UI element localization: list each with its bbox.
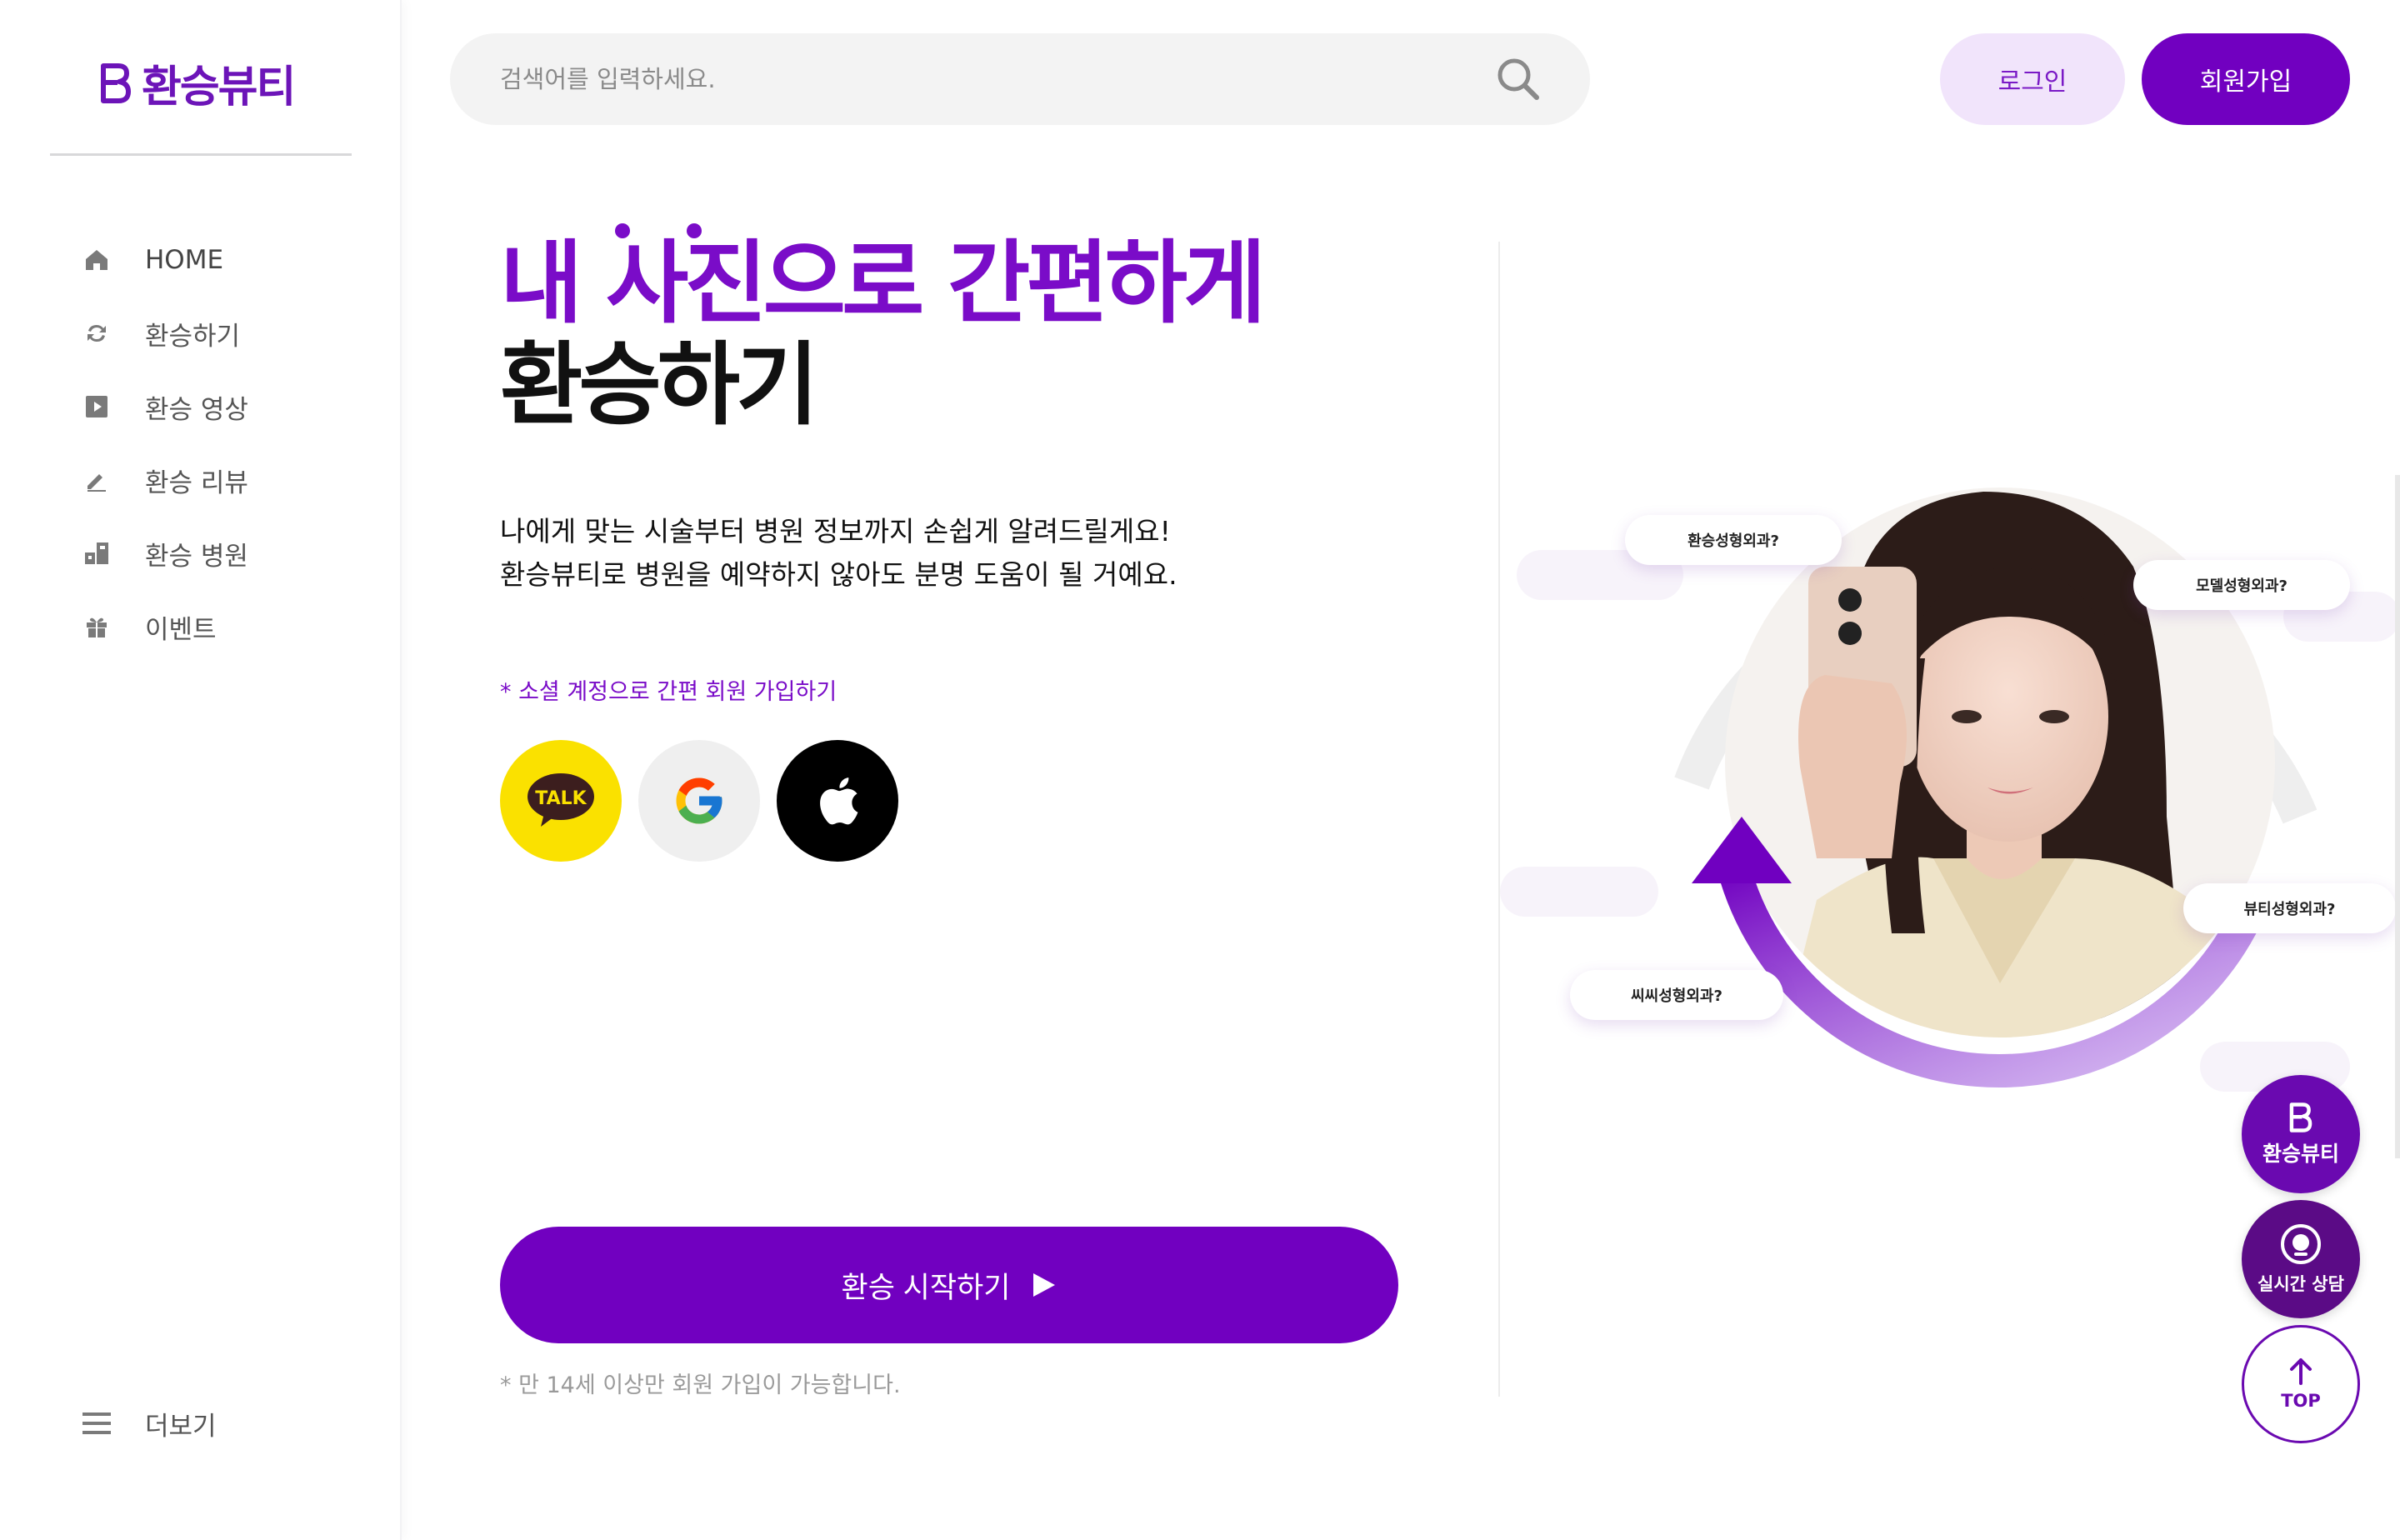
hero-title: 내 사진으로 간편하게 환승하기 <box>500 232 1266 438</box>
sidebar-item-event[interactable]: 이벤트 <box>80 590 248 663</box>
chat-bubble-icon <box>2281 1224 2321 1264</box>
sidebar-item-transfer[interactable]: 환승하기 <box>80 297 248 370</box>
transfer-icon <box>80 317 113 350</box>
sidebar-nav: HOME 환승하기 환승 영상 환승 리뷰 환승 병원 이벤트 <box>80 223 248 663</box>
gift-icon <box>80 610 113 643</box>
hero-title-line1: 내 사진으로 간편하게 <box>500 232 1266 336</box>
sidebar-item-label: HOME <box>145 245 224 275</box>
floating-brand-button[interactable]: 환승뷰티 <box>2242 1075 2360 1193</box>
hospital-bubble: 환승성형외과? <box>1625 515 1842 565</box>
sidebar-item-label: 환승하기 <box>145 321 241 352</box>
sidebar-item-label: 환승 영상 <box>145 394 248 425</box>
sidebar: 환승뷰티 HOME 환승하기 환승 영상 환승 리뷰 환승 병원 이벤트 더보기 <box>0 0 402 1540</box>
play-arrow-icon <box>1033 1273 1056 1297</box>
search-bar <box>450 33 1590 125</box>
kakao-login-button[interactable]: TALK <box>500 740 622 862</box>
hospital-bubble: 뷰티성형외과? <box>2183 883 2396 933</box>
search-icon[interactable] <box>1493 54 1543 104</box>
pen-icon <box>80 463 113 497</box>
social-caption: * 소셜 계정으로 간편 회원 가입하기 <box>500 679 838 705</box>
hero-title-line2: 환승하기 <box>500 333 818 438</box>
sidebar-item-label: 환승 병원 <box>145 541 248 572</box>
sidebar-item-home[interactable]: HOME <box>80 223 248 297</box>
brand-logo[interactable]: 환승뷰티 <box>97 52 296 114</box>
hospital-icon <box>80 537 113 570</box>
brand-logo-icon <box>101 62 131 103</box>
age-notice: * 만 14세 이상만 회원 가입이 가능합니다. <box>500 1372 901 1398</box>
signup-button[interactable]: 회원가입 <box>2142 33 2350 125</box>
scroll-top-label: TOP <box>2281 1391 2321 1411</box>
brand-name: 환승뷰티 <box>142 62 296 112</box>
svg-text:TALK: TALK <box>535 788 587 809</box>
search-input[interactable] <box>500 65 1493 93</box>
sidebar-more-button[interactable]: 더보기 <box>80 1387 217 1460</box>
hero-illustration: 환승성형외과? 모델성형외과? 뷰티성형외과? 씨씨성형외과? <box>1500 467 2400 1183</box>
social-login-group: TALK <box>500 740 898 862</box>
sidebar-item-video[interactable]: 환승 영상 <box>80 370 248 443</box>
hero-description: 나에게 맞는 시술부터 병원 정보까지 손쉽게 알려드릴게요! 환승뷰티로 병원… <box>500 510 1178 597</box>
google-login-button[interactable] <box>638 740 760 862</box>
start-transfer-button[interactable]: 환승 시작하기 <box>500 1227 1398 1343</box>
scrollbar[interactable] <box>2395 475 2400 1158</box>
arrow-up-icon <box>2290 1358 2312 1385</box>
login-button[interactable]: 로그인 <box>1940 33 2125 125</box>
sidebar-divider <box>50 153 352 156</box>
home-icon <box>80 243 113 277</box>
hero-desc-line1: 나에게 맞는 시술부터 병원 정보까지 손쉽게 알려드릴게요! <box>500 515 1171 548</box>
hero-desc-line2: 환승뷰티로 병원을 예약하지 않아도 분명 도움이 될 거예요. <box>500 558 1178 591</box>
menu-icon <box>80 1407 113 1440</box>
live-chat-button[interactable]: 실시간 상담 <box>2242 1200 2360 1318</box>
hospital-bubble: 씨씨성형외과? <box>1570 970 1783 1020</box>
kakao-talk-icon: TALK <box>528 773 594 827</box>
apple-icon <box>820 778 858 825</box>
sidebar-item-label: 환승 리뷰 <box>145 468 248 498</box>
sidebar-more-label: 더보기 <box>145 1411 217 1442</box>
google-icon <box>676 778 722 824</box>
start-transfer-label: 환승 시작하기 <box>841 1271 1011 1304</box>
ghost-bubble <box>1500 867 1658 917</box>
live-chat-label: 실시간 상담 <box>2258 1274 2344 1294</box>
scroll-top-button[interactable]: TOP <box>2242 1325 2360 1443</box>
apple-login-button[interactable] <box>777 740 898 862</box>
brand-logo-icon <box>2289 1102 2312 1132</box>
sidebar-item-review[interactable]: 환승 리뷰 <box>80 443 248 517</box>
floating-brand-label: 환승뷰티 <box>2262 1142 2339 1166</box>
video-icon <box>80 390 113 423</box>
sidebar-item-hospital[interactable]: 환승 병원 <box>80 517 248 590</box>
hospital-bubble: 모델성형외과? <box>2133 560 2350 610</box>
sidebar-item-label: 이벤트 <box>145 614 217 645</box>
